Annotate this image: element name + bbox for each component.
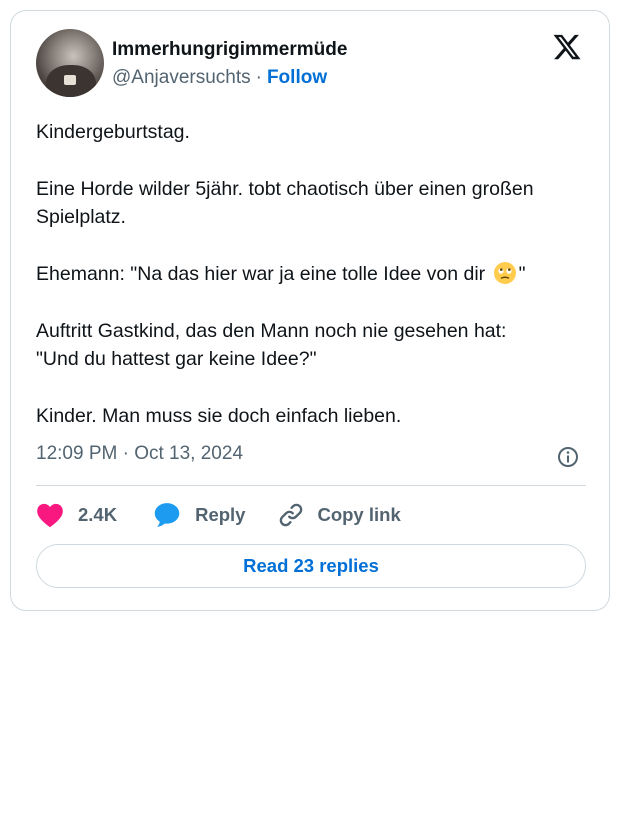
divider bbox=[36, 485, 586, 486]
author-handle-row: @Anjaversuchts · Follow bbox=[112, 67, 327, 89]
tweet-paragraph: "Und du hattest gar keine Idee?" bbox=[36, 348, 317, 370]
copy-link-label: Copy link bbox=[317, 504, 401, 525]
avatar-shirt-print bbox=[64, 75, 76, 85]
tweet-card: Immerhungrigimmermüde @Anjaversuchts · Fol… bbox=[10, 10, 610, 611]
follow-link[interactable]: Follow bbox=[267, 67, 327, 88]
tweet-quote-start: Ehemann: "Na das hier war ja eine tolle … bbox=[36, 263, 486, 285]
speech-bubble-icon bbox=[154, 503, 180, 527]
copy-link-button[interactable]: Copy link bbox=[277, 501, 401, 529]
heart-icon bbox=[37, 503, 63, 528]
separator-dot: · bbox=[255, 67, 262, 88]
tweet-paragraph: Auftritt Gastkind, das den Mann noch nie… bbox=[36, 320, 507, 342]
action-bar: 2.4K Reply Copy link bbox=[36, 497, 401, 533]
read-replies-button[interactable]: Read 23 replies bbox=[36, 544, 586, 588]
tweet-paragraph: Ehemann: "Na das hier war ja eine tolle … bbox=[36, 260, 596, 288]
info-icon[interactable] bbox=[556, 445, 580, 469]
author-handle[interactable]: @Anjaversuchts bbox=[112, 67, 251, 88]
reply-label: Reply bbox=[195, 504, 246, 525]
x-logo-icon[interactable] bbox=[551, 32, 583, 62]
tweet-quote-end: " bbox=[518, 263, 526, 285]
author-name[interactable]: Immerhungrigimmermüde bbox=[112, 39, 347, 61]
like-count: 2.4K bbox=[78, 504, 118, 525]
tweet-paragraph: Eine Horde wilder 5jähr. tobt chaotisch … bbox=[36, 178, 534, 228]
avatar[interactable] bbox=[36, 29, 104, 97]
face-with-rolling-eyes-emoji-icon bbox=[493, 262, 516, 284]
tweet-text: Kindergeburtstag. Eine Horde wilder 5jäh… bbox=[36, 118, 596, 430]
tweet-paragraph: Kinder. Man muss sie doch einfach lieben… bbox=[36, 405, 402, 427]
link-icon bbox=[280, 503, 303, 527]
tweet-paragraph: Kindergeburtstag. bbox=[36, 121, 190, 143]
reply-button[interactable]: Reply bbox=[153, 501, 245, 529]
like-button[interactable]: 2.4K bbox=[36, 502, 117, 528]
tweet-timestamp[interactable]: 12:09 PM · Oct 13, 2024 bbox=[36, 443, 243, 465]
